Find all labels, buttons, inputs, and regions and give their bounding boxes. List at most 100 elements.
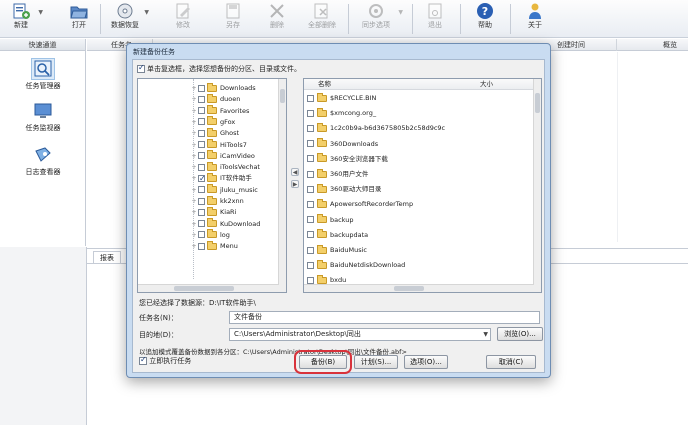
tree-node[interactable]: + Favorites [190, 105, 249, 117]
file-row-checkbox[interactable] [307, 185, 314, 193]
tree-node-checkbox[interactable] [198, 95, 205, 103]
expand-icon[interactable]: + [190, 94, 198, 105]
expand-icon[interactable]: + [190, 140, 198, 151]
scroll-thumb[interactable] [280, 89, 285, 103]
file-row[interactable]: BaiduNetdiskDownload [307, 259, 405, 271]
scroll-thumb[interactable] [535, 93, 540, 113]
chevron-down-icon[interactable]: ▼ [483, 329, 488, 340]
expand-icon[interactable]: + [190, 117, 198, 128]
autorun-checkbox[interactable] [139, 355, 147, 365]
files-horizontal-scrollbar[interactable] [304, 284, 534, 292]
column-size[interactable]: 大小 [480, 79, 493, 90]
tree-node-checkbox[interactable] [198, 107, 205, 115]
expand-icon[interactable]: + [190, 83, 198, 94]
file-row-checkbox[interactable] [307, 246, 314, 254]
tree-horizontal-scrollbar[interactable] [138, 284, 279, 292]
expand-right-icon[interactable]: ▶ [291, 180, 299, 188]
file-row[interactable]: backupdata [307, 229, 368, 241]
backup-button[interactable]: 备份(B) [294, 350, 352, 374]
file-row-checkbox[interactable] [307, 155, 314, 163]
expand-icon[interactable]: + [190, 151, 198, 162]
sync-options-button[interactable]: 同步选项 ▼ [356, 0, 403, 38]
tree-node[interactable]: + iToolsVechat [190, 161, 260, 173]
tree-node[interactable]: + Menu [190, 240, 238, 252]
autorun-option[interactable]: 立即执行任务 [139, 355, 191, 366]
file-row-checkbox[interactable] [307, 124, 314, 132]
file-row-checkbox[interactable] [307, 140, 314, 148]
tree-node[interactable]: + Downloads [190, 82, 256, 94]
open-button[interactable]: 打开 [64, 0, 94, 38]
tree-node-checkbox[interactable] [198, 220, 205, 228]
edit-button[interactable]: 修改 [168, 0, 198, 38]
file-row[interactable]: 360用户文件 [307, 168, 368, 180]
file-row[interactable]: ApowersoftRecorderTemp [307, 198, 413, 210]
tree-node[interactable]: + HiTools7 [190, 139, 247, 151]
file-row-checkbox[interactable] [307, 170, 314, 178]
destination-dropdown[interactable]: C:\Users\Administrator\Desktop\同出 ▼ [229, 328, 491, 341]
new-button[interactable]: 新建 ▼ [6, 0, 43, 38]
scroll-thumb[interactable] [174, 286, 234, 291]
column-overview[interactable]: 概览 [617, 39, 688, 51]
task-monitor-item[interactable]: 任务监视器 [0, 101, 86, 133]
tree-node-checkbox[interactable] [198, 186, 205, 194]
tree-vertical-scrollbar[interactable] [278, 79, 286, 292]
expand-icon[interactable]: + [190, 128, 198, 139]
help-button[interactable]: ? 帮助 [470, 0, 500, 38]
file-row[interactable]: backup [307, 214, 354, 226]
file-row-checkbox[interactable] [307, 261, 314, 269]
tree-node[interactable]: + gFox [190, 116, 235, 128]
tree-node-checkbox[interactable] [198, 242, 205, 250]
file-row[interactable]: $xmcong.org_ [307, 107, 376, 119]
log-viewer-item[interactable]: 日志查看器 [0, 145, 86, 177]
expand-icon[interactable]: + [190, 173, 198, 184]
files-vertical-scrollbar[interactable] [533, 79, 541, 292]
exit-button[interactable]: 退出 [420, 0, 450, 38]
save-as-button[interactable]: 另存 [218, 0, 248, 38]
tree-node-checkbox[interactable] [198, 152, 205, 160]
cancel-button[interactable]: 取消(C) [486, 355, 536, 369]
expand-icon[interactable]: + [190, 219, 198, 230]
delete-button[interactable]: 删除 [262, 0, 292, 38]
scroll-thumb[interactable] [394, 286, 424, 291]
tab-report[interactable]: 报表 [93, 251, 121, 263]
file-row[interactable]: BaiduMusic [307, 244, 367, 256]
tree-node[interactable]: + iCamVideo [190, 150, 255, 162]
file-row-checkbox[interactable] [307, 200, 314, 208]
file-row[interactable]: 360驱动大师目录 [307, 183, 381, 195]
tree-node[interactable]: + log [190, 229, 230, 241]
file-row-checkbox[interactable] [307, 94, 314, 102]
browse-button[interactable]: 浏览(O)... [497, 327, 543, 341]
collapse-left-icon[interactable]: ◀ [291, 168, 299, 176]
tree-node[interactable]: + KiaRi [190, 206, 236, 218]
file-row[interactable]: 1c2c0b9a-b6d3675805b2c58d9c9c [307, 122, 445, 134]
schedule-button[interactable]: 计划(S)... [354, 355, 398, 369]
expand-icon[interactable]: + [190, 196, 198, 207]
chevron-down-icon[interactable]: ▼ [398, 9, 403, 16]
file-row[interactable]: 360Downloads [307, 138, 378, 150]
expand-icon[interactable]: + [190, 185, 198, 196]
tree-node-checkbox[interactable] [198, 163, 205, 171]
task-manager-item[interactable]: 任务管理器 [0, 58, 86, 91]
tree-node[interactable]: + jluku_music [190, 184, 258, 196]
about-button[interactable]: 关于 [520, 0, 550, 38]
tree-node-checkbox[interactable] [198, 231, 205, 239]
folder-tree[interactable]: + Downloads + duoen + Favorites + gFox + Ghost + Hi… [137, 78, 287, 293]
file-row-checkbox[interactable] [307, 109, 314, 117]
tree-node-checkbox[interactable] [198, 173, 206, 184]
expand-icon[interactable]: + [190, 106, 198, 117]
tree-node-checkbox[interactable] [198, 84, 205, 92]
expand-icon[interactable]: + [190, 230, 198, 241]
restore-button[interactable]: 数据恢复 ▼ [108, 0, 149, 38]
column-name[interactable]: 名称 [318, 79, 331, 90]
expand-icon[interactable]: + [190, 162, 198, 173]
tree-node-checkbox[interactable] [198, 141, 205, 148]
chevron-down-icon[interactable]: ▼ [144, 9, 149, 16]
expand-icon[interactable]: + [190, 207, 198, 218]
file-list[interactable]: 名称 大小 $RECYCLE.BIN $xmcong.org_ 1c2c0b9a-b… [303, 78, 542, 293]
tree-node[interactable]: + IT软件助手 [190, 172, 252, 184]
tree-node[interactable]: + duoen [190, 93, 240, 105]
file-row[interactable]: 360安全浏览器下载 [307, 153, 388, 165]
file-row[interactable]: $RECYCLE.BIN [307, 92, 376, 104]
tree-node[interactable]: + KuDownload [190, 218, 260, 230]
file-row-checkbox[interactable] [307, 231, 314, 239]
